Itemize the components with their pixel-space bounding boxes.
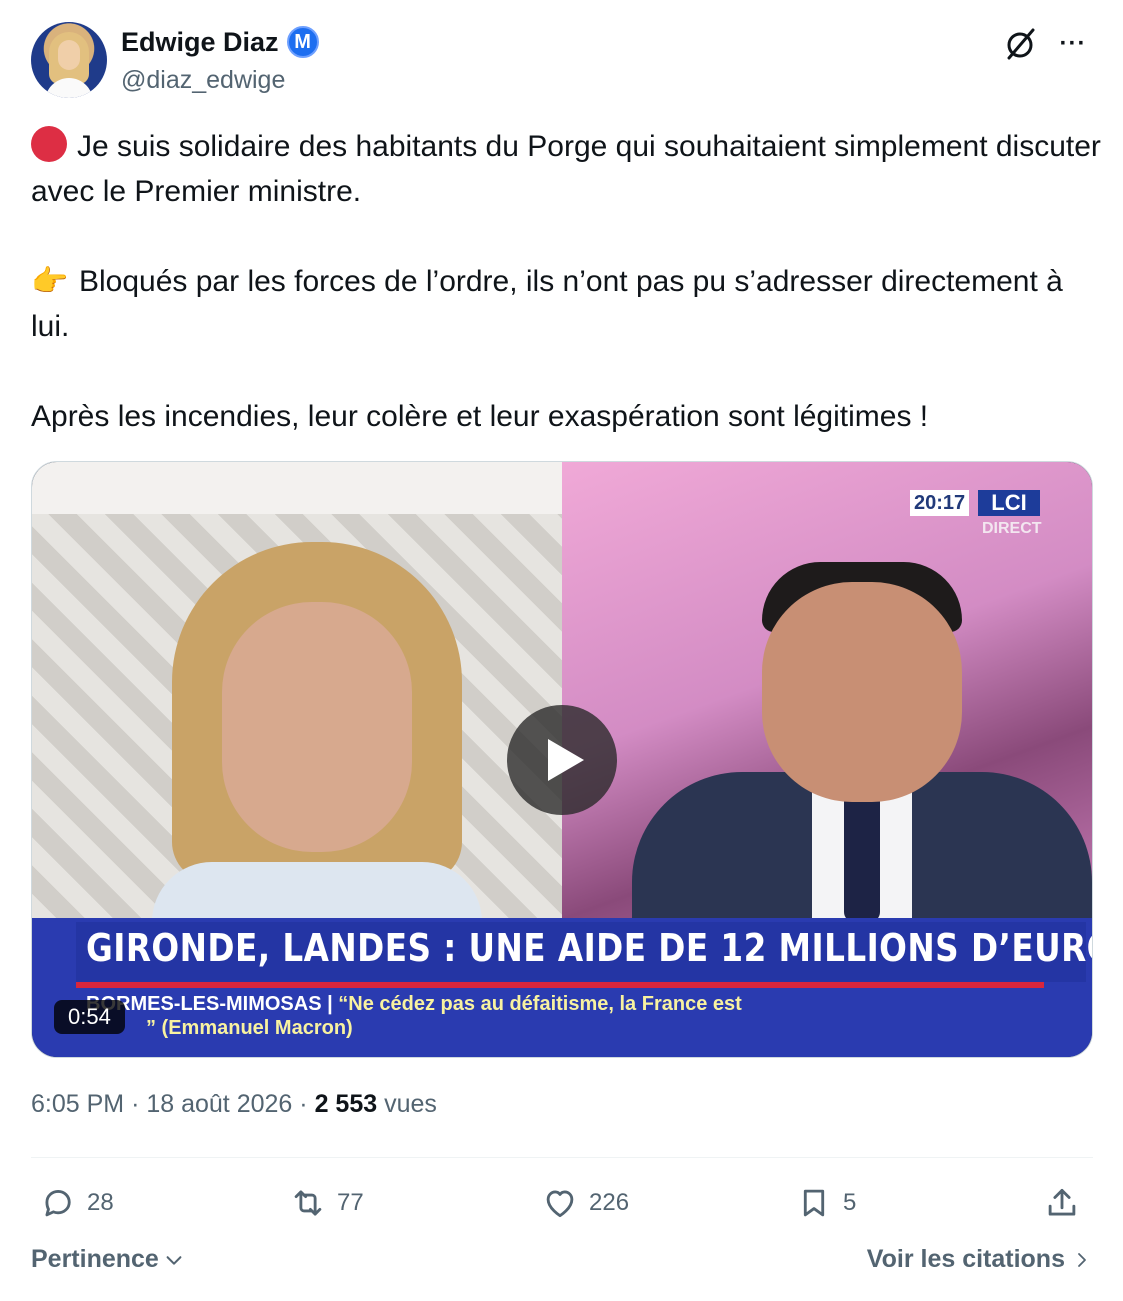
quotes-label: Voir les citations (866, 1245, 1065, 1273)
bookmark-button[interactable]: 5 (795, 1178, 856, 1228)
video-player[interactable]: 20:17 LCI DIRECT GIRONDE, LANDES : UNE A… (31, 461, 1093, 1058)
chevron-down-icon (166, 1255, 182, 1265)
author-name[interactable]: Edwige Diaz (121, 27, 279, 58)
chevron-right-icon (1078, 1252, 1086, 1267)
anchor-figure (632, 562, 1092, 922)
broadcast-time: 20:17 (910, 490, 970, 516)
reply-count: 28 (87, 1189, 114, 1216)
news-headline: GIRONDE, LANDES : UNE AIDE DE 12 MILLION… (86, 926, 1093, 970)
divider (31, 1157, 1093, 1158)
live-label: DIRECT (982, 520, 1042, 537)
view-quotes-link[interactable]: Voir les citations (867, 1245, 1091, 1274)
video-duration: 0:54 (54, 1000, 125, 1034)
pointing-hand-icon: 👉 (31, 265, 69, 298)
repost-icon (294, 1190, 322, 1216)
tweet-header: Edwige Diaz M @diaz_edwige ··· (31, 22, 1093, 102)
sort-dropdown[interactable]: Pertinence (31, 1245, 185, 1274)
tweet-meta: 6:05 PM · 18 août 2026 · 2 553 vues (31, 1090, 437, 1118)
avatar[interactable] (31, 22, 107, 98)
author-handle[interactable]: @diaz_edwige (121, 66, 285, 95)
tweet-paragraph-3: Après les incendies, leur colère et leur… (31, 400, 929, 433)
news-ticker: BORMES-LES-MIMOSAS | “Ne cédez pas au dé… (86, 993, 742, 1039)
like-count: 226 (589, 1189, 630, 1216)
tweet-date[interactable]: 18 août 2026 (146, 1090, 292, 1118)
channel-logo: LCI (978, 490, 1040, 516)
tweet-text: Je suis solidaire des habitants du Porge… (31, 124, 1101, 439)
grok-icon[interactable] (1001, 24, 1041, 64)
reply-button[interactable]: 28 (39, 1178, 114, 1228)
more-icon[interactable]: ··· (1053, 24, 1093, 64)
tweet-paragraph-2: 👉 Bloqués par les forces de l’ordre, ils … (31, 259, 1101, 349)
views-label: vues (384, 1090, 437, 1118)
play-icon (548, 739, 584, 781)
affiliation-badge-icon[interactable]: M (286, 26, 319, 58)
repost-count: 77 (337, 1189, 364, 1216)
tweet-paragraph-1: Je suis solidaire des habitants du Porge… (31, 124, 1101, 214)
views-count: 2 553 (314, 1090, 378, 1118)
author-name-row[interactable]: Edwige Diaz M (121, 26, 319, 58)
reply-icon (45, 1190, 71, 1217)
heart-icon (546, 1190, 574, 1218)
repost-button[interactable]: 77 (289, 1178, 364, 1228)
share-icon (1048, 1188, 1076, 1216)
share-button[interactable] (1043, 1178, 1081, 1228)
like-button[interactable]: 226 (541, 1178, 629, 1228)
red-circle-icon (31, 126, 67, 162)
action-bar: 28 77 226 5 (31, 1178, 1093, 1228)
bookmark-icon (803, 1189, 825, 1217)
sort-label: Pertinence (31, 1245, 159, 1273)
play-button[interactable] (507, 705, 617, 815)
bookmark-count: 5 (843, 1189, 857, 1216)
tweet-time[interactable]: 6:05 PM (31, 1090, 124, 1118)
guest-figure (152, 542, 482, 942)
